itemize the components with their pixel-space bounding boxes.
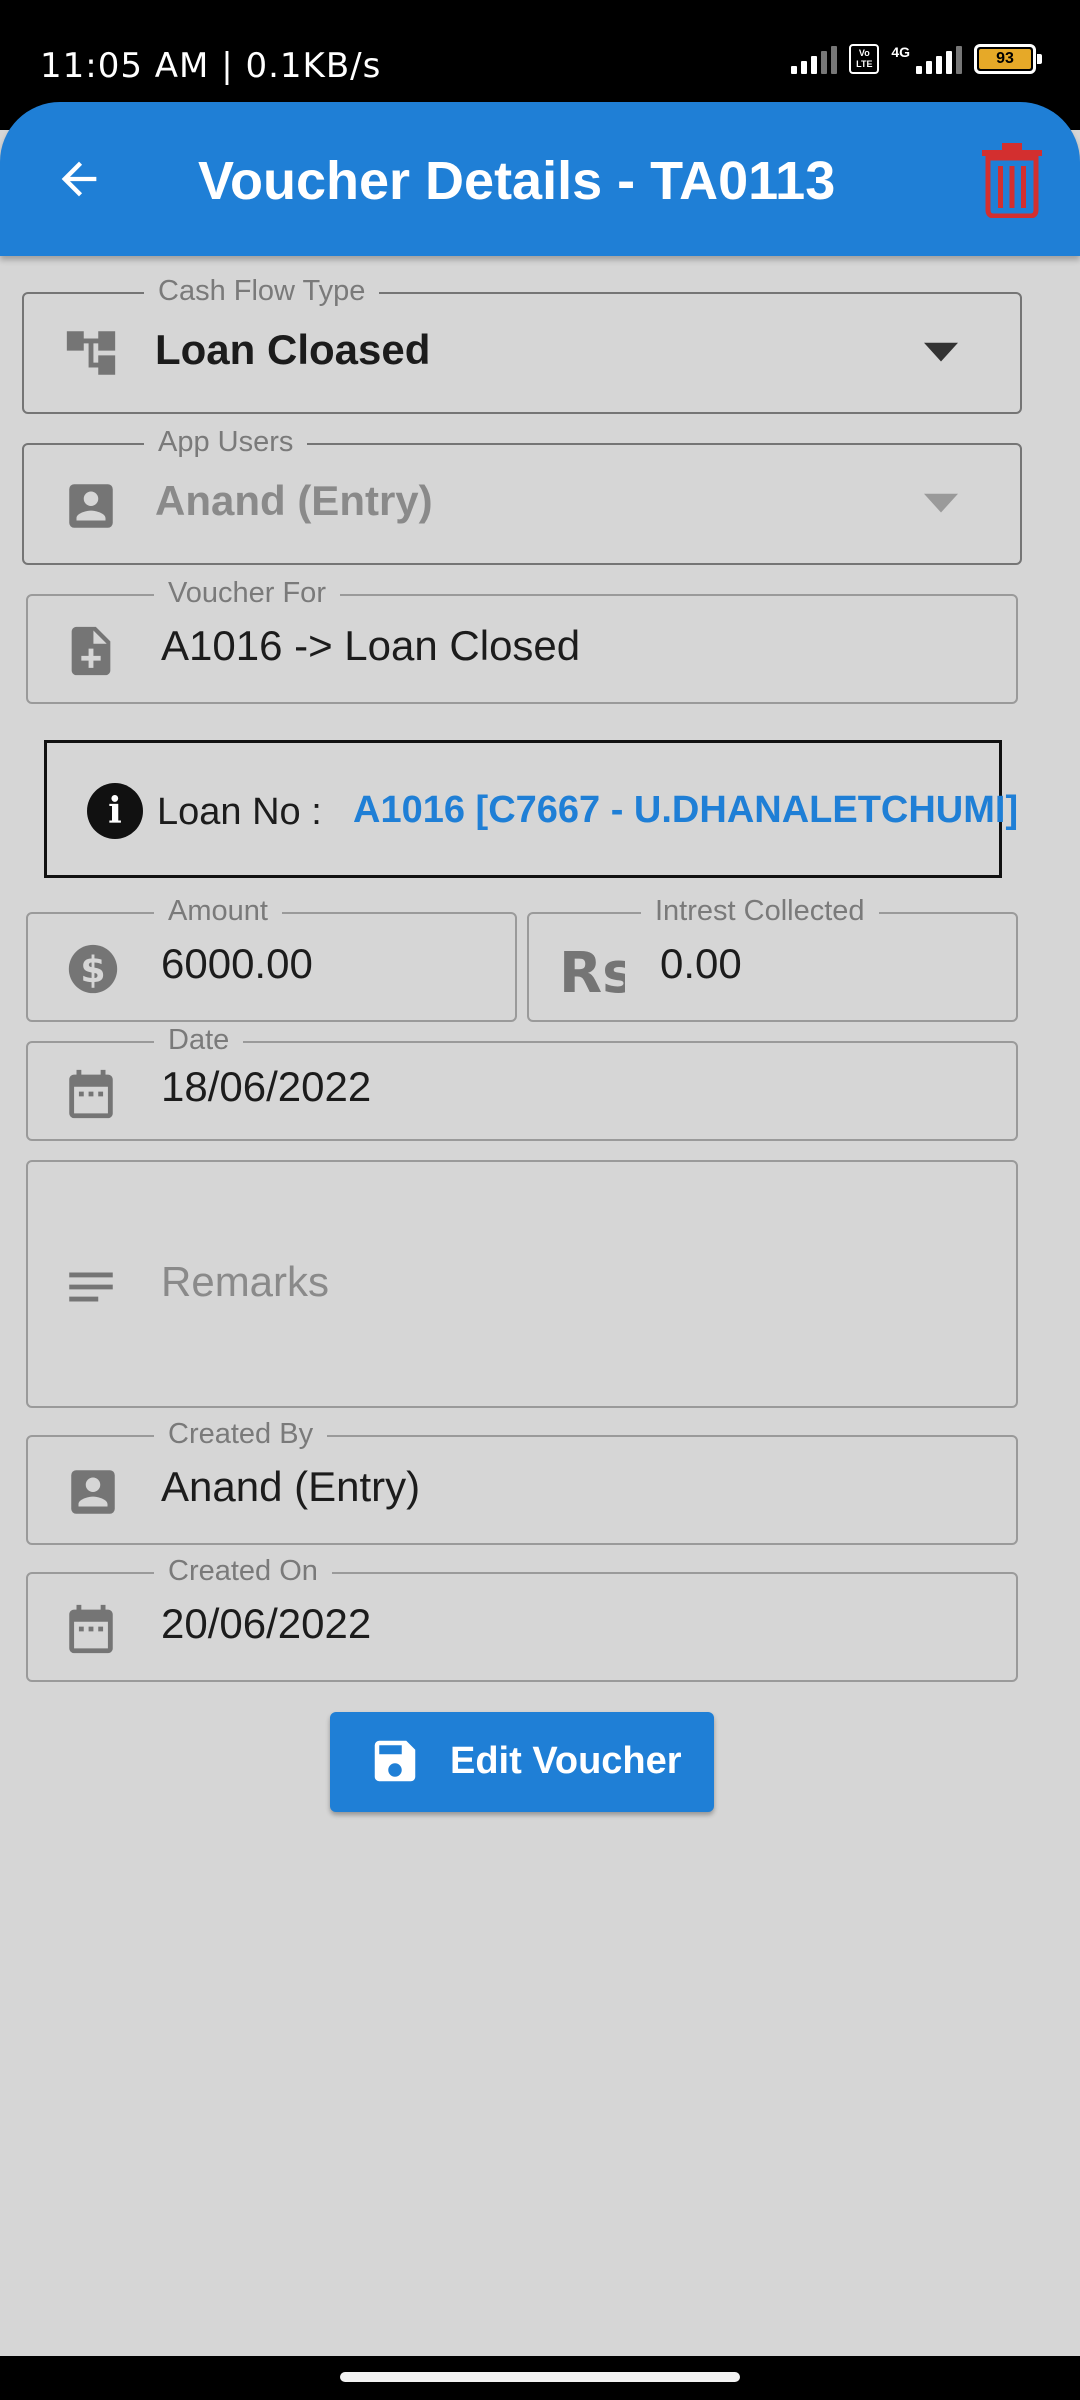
date-label: Date [154,1023,244,1057]
status-time: 11:05 AM | 0.1KB/s [40,46,382,86]
voucher-for-field[interactable]: Voucher For A1016 -> Loan Closed [26,576,1018,704]
volte-icon: Vo LTE [849,44,880,74]
amount-field[interactable]: Amount $ 6000.00 [26,894,517,1022]
signal-icon-2 [916,44,962,74]
delete-button[interactable] [980,142,1044,219]
created-on-value: 20/06/2022 [161,1600,372,1647]
remarks-field[interactable]: Remarks [26,1160,1018,1408]
cash-flow-type-label: Cash Flow Type [144,274,380,308]
remarks-placeholder: Remarks [161,1258,330,1305]
amount-label: Amount [154,894,282,928]
network-type: 4G [891,44,910,60]
edit-voucher-label: Edit Voucher [450,1740,682,1782]
rupee-icon: Rs [559,941,625,1002]
account-tree-icon [66,331,116,375]
signal-icon [791,44,838,74]
app-users-dropdown[interactable]: App Users Anand (Entry) [22,425,1022,565]
note-add-icon [71,626,111,676]
app-users-value: Anand (Entry) [155,477,433,524]
interest-collected-field[interactable]: Intrest Collected Rs 0.00 [527,894,1018,1022]
app-bar: Voucher Details - TA0113 [0,102,1080,256]
amount-value: 6000.00 [161,940,313,987]
info-icon: i [87,783,143,839]
arrow-left-icon [61,161,97,197]
loan-no-label: Loan No : [157,791,322,833]
home-gesture-bar[interactable] [340,2372,740,2382]
calendar-icon [69,1604,113,1654]
person-box-icon [69,484,113,528]
cash-flow-type-value: Loan Cloased [155,326,431,373]
created-by-value: Anand (Entry) [161,1463,421,1510]
svg-text:$: $ [80,948,105,991]
person-box-icon [71,1470,115,1514]
notes-icon [69,1272,113,1302]
voucher-for-label: Voucher For [154,576,340,610]
voucher-for-value: A1016 -> Loan Closed [161,622,581,669]
interest-collected-value: 0.00 [660,940,742,987]
cash-flow-type-dropdown[interactable]: Cash Flow Type Loan Cloased [22,274,1022,414]
dollar-circle-icon: $ [68,944,118,994]
interest-collected-label: Intrest Collected [641,894,879,928]
chevron-down-icon [924,493,958,513]
created-by-label: Created By [154,1417,328,1451]
trash-icon [982,143,1042,219]
created-by-field[interactable]: Created By Anand (Entry) [26,1417,1018,1545]
calendar-icon [69,1069,113,1119]
chevron-down-icon [924,342,958,362]
back-button[interactable] [44,144,114,214]
loan-info-box: i Loan No : A1016 [C7667 - U.DHANALETCHU… [44,740,1018,878]
created-on-field[interactable]: Created On 20/06/2022 [26,1554,1018,1682]
created-on-label: Created On [154,1554,332,1588]
svg-text:Rs: Rs [559,941,625,1002]
loan-no-value[interactable]: A1016 [C7667 - U.DHANALETCHUMI] [353,789,1018,832]
app-users-label: App Users [144,425,308,459]
battery-level: 93 [979,49,1031,69]
battery-icon: 93 [974,44,1042,74]
save-icon [374,1740,416,1782]
navigation-bar [0,2356,1080,2400]
date-field[interactable]: Date 18/06/2022 [26,1023,1018,1141]
date-value: 18/06/2022 [161,1063,372,1110]
edit-voucher-button[interactable]: Edit Voucher [330,1712,714,1812]
page-title: Voucher Details - TA0113 [198,151,836,211]
status-icons: Vo LTE 4G 93 [791,44,1042,74]
